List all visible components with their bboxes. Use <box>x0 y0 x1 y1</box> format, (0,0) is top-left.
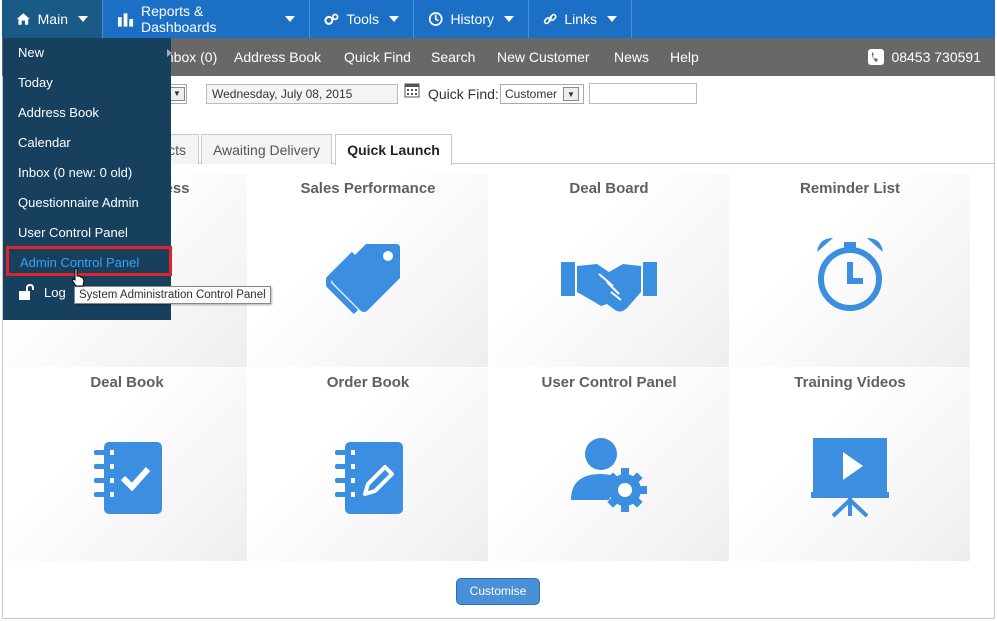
phone-number: 08453 730591 <box>866 47 981 67</box>
tile-title: Deal Book <box>90 374 164 391</box>
alarm-clock-icon <box>817 238 883 311</box>
tab-quick-launch[interactable]: Quick Launch <box>335 134 452 165</box>
tile-title: Order Book <box>326 374 410 391</box>
nav-links[interactable]: Links <box>529 0 632 38</box>
tile-title: Reminder List <box>799 180 901 197</box>
nav-history[interactable]: History <box>414 0 529 38</box>
tag-icon <box>326 244 400 315</box>
top-nav: Main Reports & Dashboards Tools History … <box>2 0 995 38</box>
customise-button[interactable]: Customise <box>456 578 540 605</box>
handshake-icon <box>561 262 657 312</box>
bar-chart-icon <box>117 12 134 27</box>
chevron-down-icon <box>389 16 399 22</box>
date-field[interactable]: Wednesday, July 08, 2015 <box>206 84 398 104</box>
subnav-news[interactable]: News <box>614 49 649 65</box>
phone-icon <box>868 49 885 65</box>
tile-training-videos[interactable]: Training Videos <box>730 368 970 561</box>
link-icon <box>543 13 557 25</box>
subnav-quick-find[interactable]: Quick Find <box>344 49 411 65</box>
nav-tools[interactable]: Tools <box>310 0 414 38</box>
nav-tools-label: Tools <box>346 11 379 27</box>
user-gear-icon <box>571 438 647 512</box>
chevron-right-icon <box>167 49 172 57</box>
gears-icon <box>324 13 339 25</box>
menu-item-log-out[interactable]: Log Out <box>18 284 66 300</box>
phone-number-text: 08453 730591 <box>891 49 981 65</box>
menu-item-today[interactable]: Today <box>18 75 53 90</box>
notebook-pen-icon <box>335 442 403 514</box>
tile-user-control-panel[interactable]: User Control Panel <box>489 368 729 561</box>
chevron-down-icon <box>78 16 88 22</box>
tile-title: Sales Performance <box>300 180 436 197</box>
subnav-address-book[interactable]: Address Book <box>234 49 321 65</box>
quick-find-type-select[interactable]: Customer ▼ <box>500 84 584 104</box>
checked-notebook-icon <box>94 442 162 514</box>
tile-sales-performance[interactable]: Sales Performance <box>248 174 488 367</box>
main-dropdown-menu: New Today Address Book Calendar Inbox (0… <box>3 38 172 320</box>
nav-history-label: History <box>450 11 494 27</box>
presentation-play-icon <box>811 438 889 518</box>
tile-deal-book[interactable]: Deal Book <box>7 368 247 561</box>
menu-item-user-control-panel[interactable]: User Control Panel <box>18 225 128 240</box>
tab-awaiting-delivery[interactable]: Awaiting Delivery <box>201 134 332 164</box>
menu-item-questionnaire-admin[interactable]: Questionnaire Admin <box>18 195 139 210</box>
chevron-down-icon <box>607 16 617 22</box>
history-icon <box>428 12 443 26</box>
chevron-down-icon: ▼ <box>563 87 579 101</box>
menu-item-address-book[interactable]: Address Book <box>18 105 99 120</box>
nav-links-label: Links <box>564 11 597 27</box>
menu-item-calendar[interactable]: Calendar <box>18 135 71 150</box>
chevron-down-icon <box>504 16 514 22</box>
tile-reminder-list[interactable]: Reminder List <box>730 174 970 367</box>
quick-find-input[interactable] <box>589 83 697 104</box>
tile-title: Deal Board <box>569 180 649 197</box>
subnav-new-customer[interactable]: New Customer <box>497 49 590 65</box>
unlock-icon <box>19 284 34 300</box>
subnav-help[interactable]: Help <box>670 49 699 65</box>
tile-order-book[interactable]: Order Book <box>248 368 488 561</box>
nav-reports-label: Reports & Dashboards <box>141 3 217 35</box>
menu-item-new[interactable]: New <box>18 45 172 60</box>
chevron-down-icon <box>285 16 295 22</box>
menu-item-admin-control-panel[interactable]: Admin Control Panel <box>6 246 172 276</box>
nav-main-label: Main <box>37 11 68 27</box>
quick-find-label: Quick Find: <box>428 86 499 102</box>
tile-deal-board[interactable]: Deal Board <box>489 174 729 367</box>
chevron-down-icon: ▼ <box>169 87 185 101</box>
calendar-icon[interactable] <box>404 82 420 98</box>
tile-title: Training Videos <box>794 374 906 391</box>
menu-item-label: Log Out <box>44 284 66 300</box>
menu-item-label: New <box>18 45 45 60</box>
nav-main[interactable]: Main <box>2 0 103 38</box>
nav-reports[interactable]: Reports & Dashboards <box>103 0 310 38</box>
subnav-search[interactable]: Search <box>431 49 475 65</box>
tile-title: User Control Panel <box>541 374 677 391</box>
hand-cursor-icon <box>71 268 85 287</box>
tooltip: System Administration Control Panel <box>74 286 271 304</box>
menu-item-inbox[interactable]: Inbox (0 new: 0 old) <box>18 165 132 180</box>
home-icon <box>16 13 30 25</box>
quick-find-type-value: Customer <box>505 87 558 101</box>
